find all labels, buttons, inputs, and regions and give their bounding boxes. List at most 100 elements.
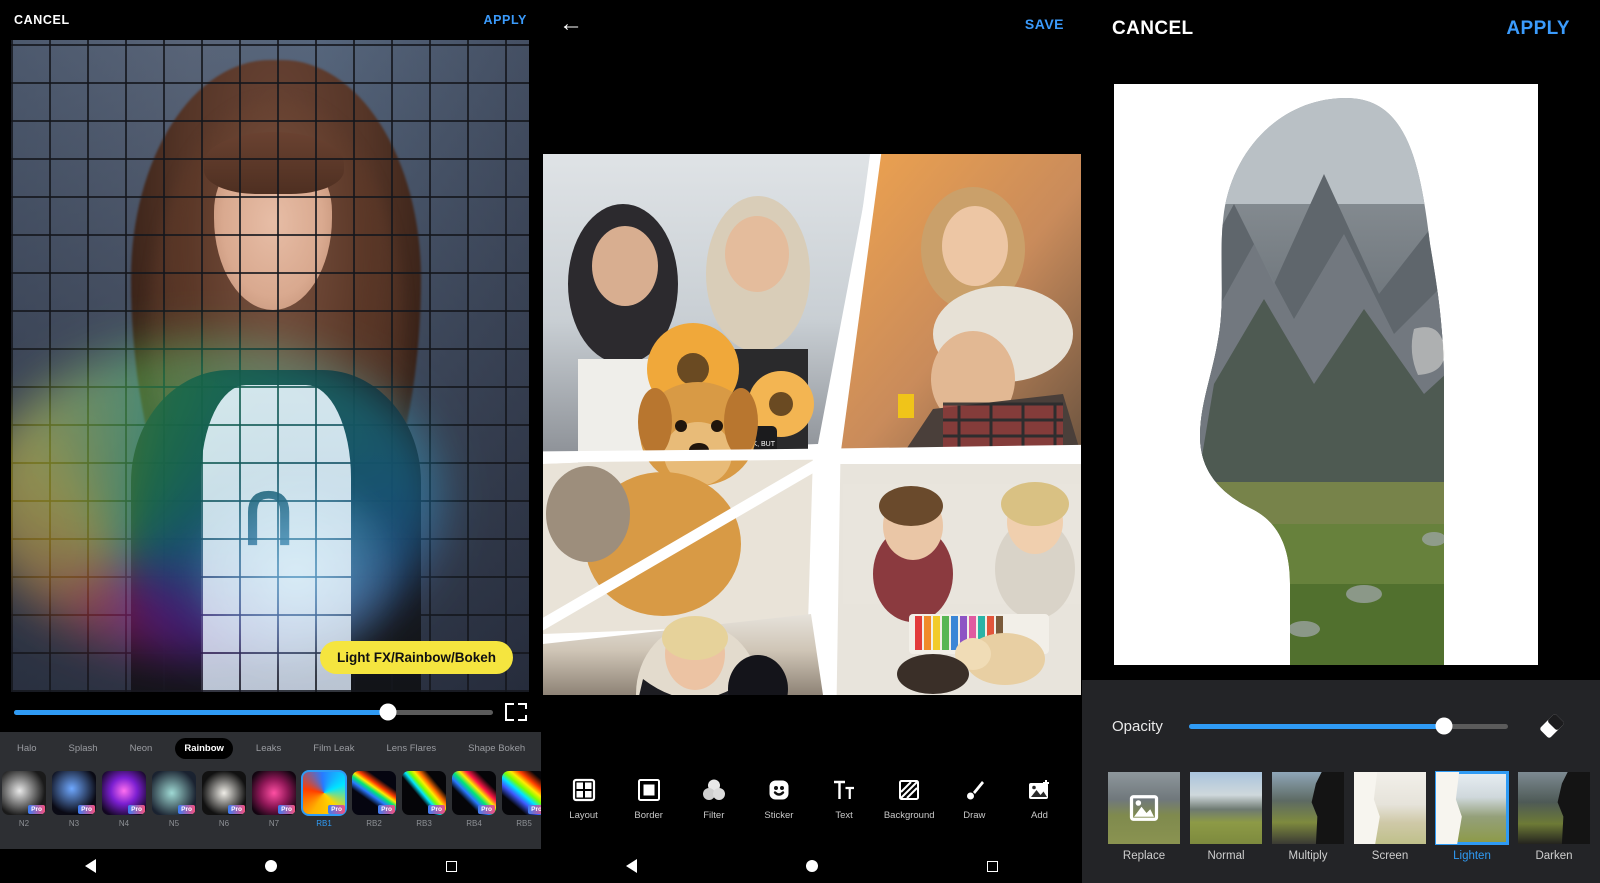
blend-mode-replace[interactable]: Replace: [1108, 772, 1180, 862]
collage-toolbar[interactable]: Layout Border Filter Sticker Text Background D…: [541, 749, 1082, 849]
tool-label: Text: [835, 809, 853, 821]
effect-category-splash[interactable]: Splash: [60, 738, 107, 759]
tool-text[interactable]: Text: [816, 778, 872, 821]
effect-category-neon[interactable]: Neon: [121, 738, 162, 759]
tool-sticker[interactable]: Sticker: [751, 778, 807, 821]
effect-category-lens-flares[interactable]: Lens Flares: [377, 738, 445, 759]
nav-back-icon[interactable]: [625, 859, 637, 873]
effect-thumbnail-label: RB1: [316, 819, 332, 828]
tool-border[interactable]: Border: [621, 778, 677, 821]
blend-mode-label: Normal: [1207, 850, 1245, 862]
effect-thumbnail-label: N3: [68, 819, 80, 828]
nav-recents-icon[interactable]: [986, 860, 998, 872]
effect-thumbnail-image[interactable]: Pro: [402, 771, 446, 815]
effect-thumbnail-image[interactable]: Pro: [452, 771, 496, 815]
blend-mode-label: Multiply: [1288, 850, 1328, 862]
effect-thumbnail-label: RB3: [416, 819, 432, 828]
android-navbar-2: [541, 849, 1082, 883]
intensity-slider-knob[interactable]: [379, 703, 397, 721]
save-button[interactable]: SAVE: [1025, 16, 1064, 32]
blend-mode-darken[interactable]: Darken: [1518, 772, 1590, 862]
back-arrow-icon[interactable]: ←: [559, 12, 583, 36]
effect-thumbnail-n5[interactable]: Pro N5: [152, 771, 196, 828]
blend-mode-lighten[interactable]: Lighten: [1435, 771, 1509, 862]
effect-thumbnail-image[interactable]: Pro: [252, 771, 296, 815]
effect-thumbnail-image[interactable]: Pro: [2, 771, 46, 815]
effect-thumbnail-n2[interactable]: Pro N2: [2, 771, 46, 828]
effect-thumbnail-rb5[interactable]: Pro RB5: [502, 771, 546, 828]
double-exposure-svg: [1114, 84, 1538, 665]
text-tt-icon: [834, 780, 855, 799]
blend-mode-normal[interactable]: Normal: [1190, 772, 1262, 862]
effect-category-shape-bokeh[interactable]: Shape Bokeh: [459, 738, 534, 759]
nav-back-icon[interactable]: [84, 859, 96, 873]
add-image-icon: [1029, 779, 1050, 799]
opacity-slider[interactable]: [1188, 717, 1508, 735]
blend-mode-thumbnail[interactable]: [1518, 772, 1590, 844]
effect-thumbnail-image[interactable]: Pro: [152, 771, 196, 815]
tool-label: Add: [1030, 809, 1048, 821]
panel-light-fx-editor: CANCEL APPLY ᑎ Light FX/Rainbow/Bokeh: [0, 0, 646, 883]
effect-thumbnail-n7[interactable]: Pro N7: [252, 771, 296, 828]
effect-category-leaks[interactable]: Leaks: [247, 738, 290, 759]
effect-category-tabs[interactable]: Halo Splash Neon Rainbow Leaks Film Leak Lens …: [0, 732, 584, 765]
blend-mode-thumbnail[interactable]: [1354, 772, 1426, 844]
effect-thumbnail-image[interactable]: Pro: [301, 770, 347, 816]
effect-category-rainbow[interactable]: Rainbow: [175, 738, 233, 759]
tool-filter[interactable]: Filter: [686, 778, 742, 821]
effect-thumbnail-image[interactable]: Pro: [352, 771, 396, 815]
effect-thumbnail-rb1[interactable]: Pro RB1: [301, 770, 347, 828]
tool-label: Sticker: [764, 809, 794, 821]
effect-thumbnail-image[interactable]: Pro: [52, 771, 96, 815]
blend-mode-list[interactable]: Replace Normal Multiply Screen Lighten Darken: [1082, 771, 1600, 862]
nav-recents-icon[interactable]: [445, 860, 457, 872]
cancel-button[interactable]: CANCEL: [14, 13, 70, 27]
eraser-icon[interactable]: [1534, 708, 1570, 744]
nav-home-icon[interactable]: [805, 860, 818, 872]
collage-canvas[interactable]: OK, BUT FIRST COFFEE: [543, 154, 1081, 695]
resize-handle-icon[interactable]: [1508, 639, 1528, 655]
blend-mode-thumbnail[interactable]: [1190, 772, 1262, 844]
blend-mode-screen[interactable]: Screen: [1354, 772, 1426, 862]
effect-thumbnail-image[interactable]: Pro: [102, 771, 146, 815]
apply-button[interactable]: APPLY: [483, 13, 527, 27]
tool-label: Layout: [569, 809, 598, 821]
opacity-slider-knob[interactable]: [1435, 717, 1453, 735]
tool-layout[interactable]: Layout: [556, 778, 612, 821]
photo-canvas[interactable]: ᑎ Light FX/Rainbow/Bokeh: [11, 40, 529, 692]
tool-add[interactable]: Add: [1011, 778, 1067, 821]
blend-mode-thumbnail[interactable]: [1108, 772, 1180, 844]
effect-thumbnail-image[interactable]: Pro: [502, 771, 546, 815]
portrait-silhouette: [1436, 772, 1462, 844]
apply-button[interactable]: APPLY: [1506, 18, 1570, 40]
layout-grid-icon: [572, 778, 595, 801]
compare-icon[interactable]: [505, 703, 527, 721]
effect-thumbnail-n3[interactable]: Pro N3: [52, 771, 96, 828]
blend-mode-multiply[interactable]: Multiply: [1272, 772, 1344, 862]
intensity-slider-row: [0, 692, 541, 732]
nav-home-icon[interactable]: [264, 860, 277, 872]
blend-mode-label: Screen: [1371, 850, 1409, 862]
effect-category-film-leak[interactable]: Film Leak: [304, 738, 363, 759]
tool-label: Draw: [963, 809, 986, 821]
double-exposure-canvas[interactable]: [1114, 84, 1538, 665]
android-navbar-1: [0, 849, 541, 883]
tool-background[interactable]: Background: [881, 778, 937, 821]
effect-category-halo[interactable]: Halo: [8, 738, 46, 759]
effect-thumbnail-image[interactable]: Pro: [202, 771, 246, 815]
cancel-button[interactable]: CANCEL: [1112, 18, 1194, 40]
effect-thumbnail-n6[interactable]: Pro N6: [202, 771, 246, 828]
blend-mode-thumbnail[interactable]: [1435, 771, 1509, 845]
pro-badge: Pro: [228, 805, 245, 814]
intensity-slider[interactable]: [14, 703, 493, 721]
effect-thumbnail-rb4[interactable]: Pro RB4: [452, 771, 496, 828]
panel1-header: CANCEL APPLY: [0, 0, 541, 40]
effect-thumbnail-list[interactable]: Pro N2 Pro N3 Pro N4 Pro N5 Pro N6 Pro N7 Pro RB1 Pro R…: [0, 765, 646, 855]
tool-draw[interactable]: Draw: [946, 778, 1002, 821]
effect-name-badge: Light FX/Rainbow/Bokeh: [320, 641, 513, 674]
effect-thumbnail-rb3[interactable]: Pro RB3: [402, 771, 446, 828]
effect-thumbnail-rb2[interactable]: Pro RB2: [352, 771, 396, 828]
pro-badge: Pro: [378, 805, 395, 814]
effect-thumbnail-n4[interactable]: Pro N4: [102, 771, 146, 828]
blend-mode-thumbnail[interactable]: [1272, 772, 1344, 844]
